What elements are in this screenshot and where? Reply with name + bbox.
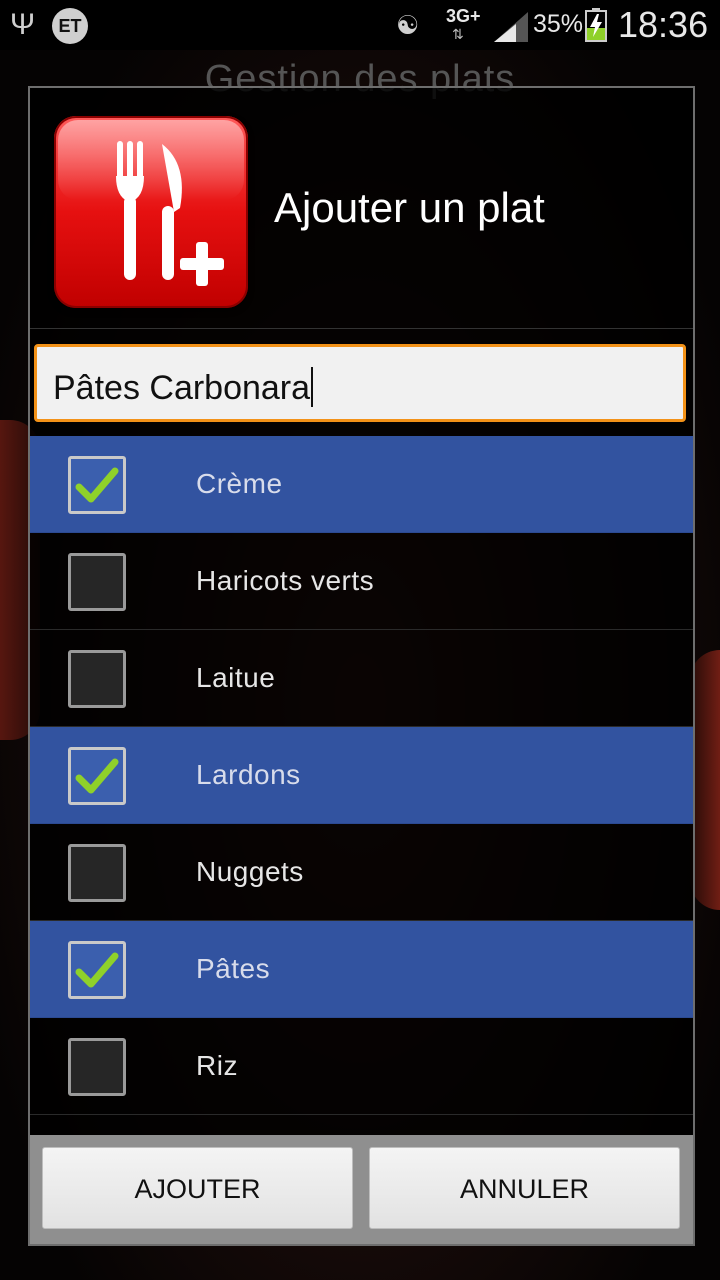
mute-icon: ☯ — [396, 10, 420, 40]
ingredient-row[interactable]: Lardons — [30, 727, 693, 824]
ingredient-checkbox[interactable] — [68, 941, 126, 999]
battery-percent: 35% — [533, 10, 584, 38]
dialog-button-bar: AJOUTER ANNULER — [30, 1135, 693, 1244]
ingredient-row[interactable]: Haricots verts — [30, 533, 693, 630]
text-caret — [311, 367, 314, 408]
status-bar: Ψ ET ☯ 3G+ ⇅ 35% 18:36 — [0, 0, 720, 50]
ingredient-checkbox[interactable] — [68, 747, 126, 805]
checkmark-icon — [75, 952, 119, 988]
cancel-button[interactable]: ANNULER — [369, 1147, 680, 1229]
ingredient-checkbox[interactable] — [68, 844, 126, 902]
ingredient-label: Pâtes — [196, 953, 271, 984]
ingredient-label: Crème — [196, 468, 283, 499]
ingredient-row[interactable]: Crème — [30, 436, 693, 533]
ingredient-label: Nuggets — [196, 856, 304, 887]
ingredient-checkbox[interactable] — [68, 456, 126, 514]
checkmark-icon — [75, 467, 119, 503]
et-icon: ET — [52, 8, 88, 44]
signal-icon — [494, 12, 528, 42]
network-icon: 3G+ — [446, 6, 481, 26]
ingredient-checkbox[interactable] — [68, 650, 126, 708]
add-dish-dialog: Ajouter un plat Pâtes Carbonara Crème Ha… — [28, 86, 695, 1246]
ingredient-list[interactable]: Crème Haricots verts Laitue Lardons Nugg… — [30, 436, 693, 1136]
ingredient-label: Riz — [196, 1050, 238, 1081]
ingredient-label: Haricots verts — [196, 565, 375, 596]
usb-icon: Ψ — [10, 8, 36, 41]
ingredient-label: Lardons — [196, 759, 301, 790]
fork-knife-add-icon — [54, 116, 248, 308]
ingredient-label: Laitue — [196, 662, 276, 693]
ingredient-checkbox[interactable] — [68, 553, 126, 611]
add-button[interactable]: AJOUTER — [42, 1147, 353, 1229]
checkmark-icon — [75, 758, 119, 794]
ingredient-checkbox[interactable] — [68, 1038, 126, 1096]
dish-name-value: Pâtes Carbonara — [53, 369, 311, 407]
ingredient-row[interactable]: Nuggets — [30, 824, 693, 921]
dish-name-input[interactable]: Pâtes Carbonara — [34, 344, 686, 422]
clock: 18:36 — [618, 4, 709, 45]
ingredient-row[interactable]: Riz — [30, 1018, 693, 1115]
dialog-header: Ajouter un plat — [30, 88, 693, 329]
battery-charging-icon — [585, 8, 607, 42]
ingredient-row[interactable]: Laitue — [30, 630, 693, 727]
ingredient-row[interactable]: Pâtes — [30, 921, 693, 1018]
network-activity-icon: ⇅ — [452, 26, 464, 42]
dialog-title: Ajouter un plat — [274, 184, 545, 231]
